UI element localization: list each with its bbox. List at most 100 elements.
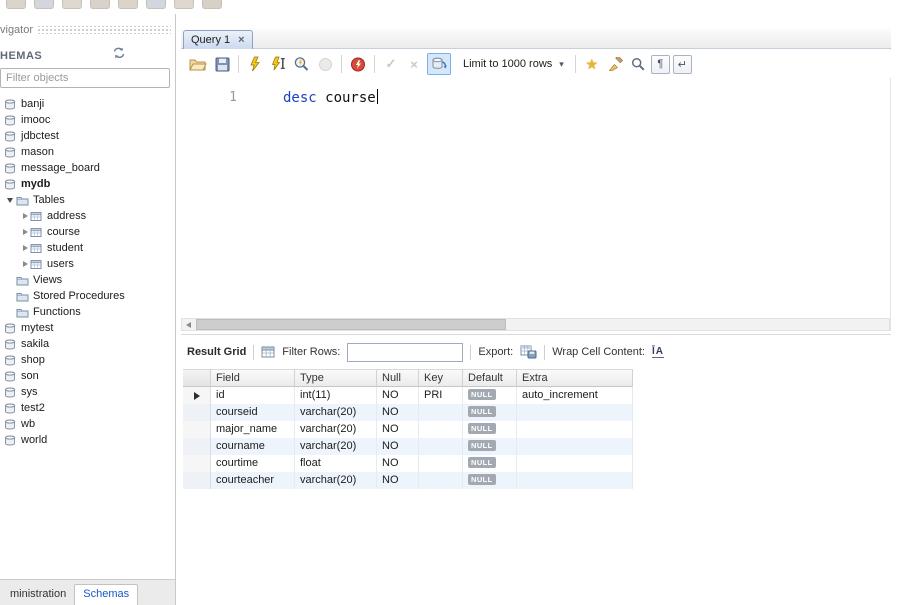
result-grid-icon[interactable] — [261, 346, 275, 358]
table-row[interactable]: courtime float NO NULL — [183, 455, 635, 472]
expand-arrow-icon[interactable] — [20, 259, 30, 269]
tree-item-tables[interactable]: Tables — [0, 192, 174, 208]
cell-extra[interactable] — [517, 421, 633, 438]
refresh-schemas-icon[interactable] — [112, 46, 127, 59]
cell-type[interactable]: varchar(20) — [295, 438, 377, 455]
tab-administration[interactable]: ministration — [2, 585, 74, 605]
expand-arrow-icon[interactable] — [20, 243, 30, 253]
cell-default[interactable]: NULL — [463, 387, 517, 404]
expand-arrow-icon[interactable] — [20, 211, 30, 221]
sql-editor[interactable]: 1 desc course — [181, 78, 890, 318]
cell-nullable[interactable]: NO — [377, 387, 419, 404]
tree-item-wb[interactable]: wb — [0, 416, 174, 432]
table-row[interactable]: courteacher varchar(20) NO NULL — [183, 472, 635, 489]
cell-field[interactable]: courtime — [211, 455, 295, 472]
cell-field[interactable]: major_name — [211, 421, 295, 438]
cell-nullable[interactable]: NO — [377, 404, 419, 421]
cell-extra[interactable] — [517, 455, 633, 472]
stop-icon[interactable] — [315, 53, 335, 75]
row-marker-cell[interactable] — [183, 438, 211, 455]
tree-item-sys[interactable]: sys — [0, 384, 174, 400]
save-script-icon[interactable] — [212, 53, 232, 75]
cell-type[interactable]: varchar(20) — [295, 421, 377, 438]
cell-key[interactable] — [419, 438, 463, 455]
table-row[interactable]: major_name varchar(20) NO NULL — [183, 421, 635, 438]
table-row[interactable]: courseid varchar(20) NO NULL — [183, 404, 635, 421]
execute-current-statement-icon[interactable] — [268, 53, 288, 75]
column-header-default[interactable]: Default — [463, 369, 517, 387]
cell-nullable[interactable]: NO — [377, 421, 419, 438]
cell-type[interactable]: float — [295, 455, 377, 472]
cell-default[interactable]: NULL — [463, 421, 517, 438]
find-icon[interactable] — [628, 53, 648, 75]
column-header-field[interactable]: Field — [211, 369, 295, 387]
tree-item-imooc[interactable]: imooc — [0, 112, 174, 128]
cell-default[interactable]: NULL — [463, 455, 517, 472]
cell-key[interactable]: PRI — [419, 387, 463, 404]
wrap-cell-content-icon[interactable]: ĪA — [651, 346, 664, 358]
save-snippet-icon[interactable]: ★ — [582, 53, 602, 75]
editor-horizontal-scrollbar[interactable] — [181, 318, 890, 331]
commit-icon[interactable]: ✓ — [381, 53, 401, 75]
cell-nullable[interactable]: NO — [377, 472, 419, 489]
tree-item-shop[interactable]: shop — [0, 352, 174, 368]
scroll-left-arrow-icon[interactable] — [182, 319, 195, 330]
column-header-extra[interactable]: Extra — [517, 369, 633, 387]
tree-item-views[interactable]: Views — [0, 272, 174, 288]
cell-type[interactable]: varchar(20) — [295, 472, 377, 489]
collapse-arrow-icon[interactable] — [6, 195, 16, 205]
cell-key[interactable] — [419, 404, 463, 421]
cell-key[interactable] — [419, 455, 463, 472]
cell-field[interactable]: courteacher — [211, 472, 295, 489]
close-tab-icon[interactable]: × — [238, 34, 244, 46]
cell-nullable[interactable]: NO — [377, 438, 419, 455]
tree-item-student[interactable]: student — [0, 240, 174, 256]
execute-icon[interactable] — [245, 53, 265, 75]
open-script-icon[interactable] — [187, 53, 209, 75]
cell-field[interactable]: courseid — [211, 404, 295, 421]
cell-extra[interactable] — [517, 438, 633, 455]
table-row[interactable]: id int(11) NO PRI NULL auto_increment — [183, 387, 635, 404]
expand-arrow-icon[interactable] — [20, 227, 30, 237]
toggle-word-wrap-icon[interactable]: ↵ — [672, 54, 692, 74]
cell-default[interactable]: NULL — [463, 438, 517, 455]
tree-item-mason[interactable]: mason — [0, 144, 174, 160]
column-header-null[interactable]: Null — [377, 369, 419, 387]
row-marker-cell[interactable] — [183, 455, 211, 472]
filter-objects-input[interactable] — [0, 68, 170, 88]
toggle-stop-on-error-icon[interactable] — [348, 53, 368, 75]
row-marker-cell[interactable] — [183, 387, 211, 404]
tree-item-banji[interactable]: banji — [0, 96, 174, 112]
column-header-type[interactable]: Type — [295, 369, 377, 387]
row-marker-cell[interactable] — [183, 404, 211, 421]
cell-key[interactable] — [419, 421, 463, 438]
tree-item-users[interactable]: users — [0, 256, 174, 272]
rollback-icon[interactable]: × — [404, 53, 424, 75]
row-marker-cell[interactable] — [183, 472, 211, 489]
cell-field[interactable]: id — [211, 387, 295, 404]
cell-default[interactable]: NULL — [463, 472, 517, 489]
export-recordset-icon[interactable] — [520, 345, 537, 359]
tab-schemas[interactable]: Schemas — [74, 584, 139, 605]
table-row[interactable]: courname varchar(20) NO NULL — [183, 438, 635, 455]
cell-type[interactable]: varchar(20) — [295, 404, 377, 421]
cell-field[interactable]: courname — [211, 438, 295, 455]
tree-item-mydb[interactable]: mydb — [0, 176, 174, 192]
tree-item-message_board[interactable]: message_board — [0, 160, 174, 176]
tree-item-mytest[interactable]: mytest — [0, 320, 174, 336]
tree-item-address[interactable]: address — [0, 208, 174, 224]
limit-rows-dropdown[interactable]: Limit to 1000 rows ▾ — [458, 56, 569, 72]
scrollbar-thumb[interactable] — [196, 319, 506, 330]
toggle-autocommit-icon[interactable] — [427, 53, 451, 75]
cell-default[interactable]: NULL — [463, 404, 517, 421]
row-marker-cell[interactable] — [183, 421, 211, 438]
tree-item-course[interactable]: course — [0, 224, 174, 240]
tree-item-son[interactable]: son — [0, 368, 174, 384]
beautify-icon[interactable] — [605, 53, 625, 75]
cell-extra[interactable] — [517, 404, 633, 421]
cell-extra[interactable] — [517, 472, 633, 489]
toggle-invisible-characters-icon[interactable]: ¶ — [650, 54, 670, 74]
tree-item-world[interactable]: world — [0, 432, 174, 448]
cell-nullable[interactable]: NO — [377, 455, 419, 472]
tab-query-1[interactable]: Query 1 × — [183, 30, 253, 49]
